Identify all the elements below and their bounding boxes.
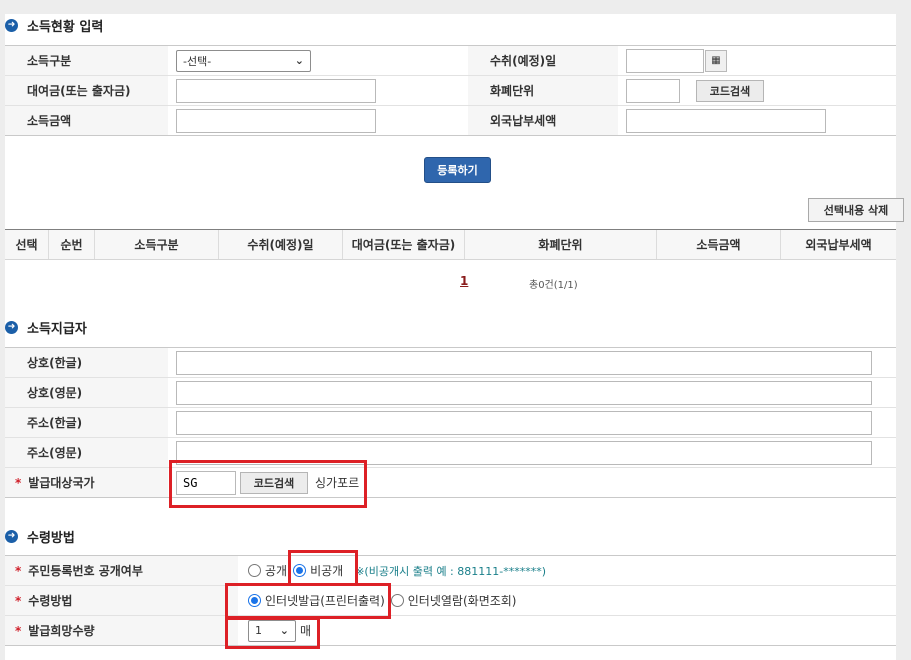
internet-print-radio[interactable]: 인터넷발급(프린터출력) [248,592,385,609]
country-name: 싱가포르 [315,476,360,490]
income-type-select[interactable]: -선택- ⌄ [176,49,311,72]
address-english-label: 주소(영문) [5,438,168,467]
income-form: 소득구분 -선택- ⌄ 수취(예정)일 ▦ 대여금(또는 출자금) 화폐단위 코… [5,45,896,136]
section-title-income: ➜ 소득현황 입력 [5,16,103,35]
country-code-input[interactable] [176,470,236,495]
company-english-label: 상호(영문) [5,378,168,407]
rrn-private-radio[interactable]: 비공개 [293,562,343,579]
section-title-receipt: ➜ 수령방법 [5,527,75,546]
col-select: 선택 [5,230,49,259]
radio-selected-icon [293,564,307,577]
register-button[interactable]: 등록하기 [424,157,491,183]
section-title-payer: ➜ 소득지급자 [5,318,87,337]
rrn-public-radio[interactable]: 공개 [248,562,287,579]
payer-row: 주소(영문) [5,438,896,468]
payer-form: 상호(한글) 상호(영문) 주소(한글) 주소(영문) * 발급대상국가 SG … [5,347,896,498]
rrn-note: ※(비공개시 출력 예 : 881111-*******) [355,564,547,578]
country-code-search-button[interactable]: 코드검색 [240,471,308,494]
issue-count-select[interactable]: 1 ⌄ [248,619,296,642]
company-korean-input[interactable] [176,350,872,375]
internet-view-radio[interactable]: 인터넷열람(화면조회) [390,592,517,609]
currency-label: 화폐단위 [468,76,618,105]
radio-selected-icon [248,594,261,607]
total-count: 총0건(1/1) [529,280,578,291]
col-receive-date: 수취(예정)일 [219,230,343,259]
income-amount-label: 소득금액 [5,106,168,135]
chevron-down-icon: ⌄ [294,54,304,67]
rrn-disclosure-label: * 주민등록번호 공개여부 [5,556,238,585]
address-korean-input[interactable] [176,410,872,435]
col-currency: 화폐단위 [465,230,657,259]
delete-selected-button[interactable]: 선택내용 삭제 [808,198,904,222]
income-row-1: 소득구분 -선택- ⌄ 수취(예정)일 ▦ [5,46,896,76]
issue-country-label: * 발급대상국가 [5,468,168,497]
col-income-type: 소득구분 [95,230,219,259]
arrow-bullet-icon: ➜ [5,321,18,334]
issue-count-row: * 발급희망수량 1 ⌄ 매 [5,616,896,646]
loan-amount-label: 대여금(또는 출자금) [5,76,168,105]
page: ➜ 소득현황 입력 소득구분 -선택- ⌄ 수취(예정)일 ▦ 대여금(또는 출… [5,14,904,660]
income-row-3: 소득금액 외국납부세액 [5,106,896,136]
page-link-1[interactable]: 1 [460,274,468,288]
foreign-tax-label: 외국납부세액 [468,106,618,135]
loan-amount-input[interactable] [176,78,376,103]
col-loan-amount: 대여금(또는 출자금) [343,230,465,259]
receive-date-input[interactable] [626,48,704,73]
issue-count-unit: 매 [300,624,312,638]
income-list-header: 선택 순번 소득구분 수취(예정)일 대여금(또는 출자금) 화폐단위 소득금액… [5,229,896,260]
income-amount-input[interactable] [176,108,376,133]
col-seq: 순번 [49,230,95,259]
address-english-input[interactable] [176,440,872,465]
receive-date-label: 수취(예정)일 [468,46,618,75]
income-row-2: 대여금(또는 출자금) 화폐단위 코드검색 [5,76,896,106]
radio-icon [248,564,261,577]
receipt-form: * 주민등록번호 공개여부 공개 비공개 ※(비공개시 출력 예 : 88111… [5,555,896,646]
currency-input[interactable] [626,78,680,103]
payer-row: 주소(한글) [5,408,896,438]
col-foreign-tax: 외국납부세액 [805,238,872,252]
payer-row: 상호(영문) [5,378,896,408]
address-korean-label: 주소(한글) [5,408,168,437]
chevron-down-icon: ⌄ [279,624,289,637]
currency-code-search-button[interactable]: 코드검색 [696,79,764,102]
arrow-bullet-icon: ➜ [5,19,18,32]
rrn-disclosure-row: * 주민등록번호 공개여부 공개 비공개 ※(비공개시 출력 예 : 88111… [5,556,896,586]
foreign-tax-input[interactable] [626,108,826,133]
calendar-icon[interactable]: ▦ [705,49,727,72]
company-english-input[interactable] [176,380,872,405]
company-korean-label: 상호(한글) [5,348,168,377]
payer-row-country: * 발급대상국가 코드검색 싱가포르 [5,468,896,498]
income-type-label: 소득구분 [5,46,168,75]
issue-count-label: * 발급희망수량 [5,616,238,645]
receipt-method-label: * 수령방법 [5,586,238,615]
payer-row: 상호(한글) [5,348,896,378]
radio-icon [390,594,404,607]
receipt-method-row: * 수령방법 인터넷발급(프린터출력) 인터넷열람(화면조회) [5,586,896,616]
arrow-bullet-icon: ➜ [5,530,18,543]
col-income-amount: 소득금액 [657,230,781,259]
